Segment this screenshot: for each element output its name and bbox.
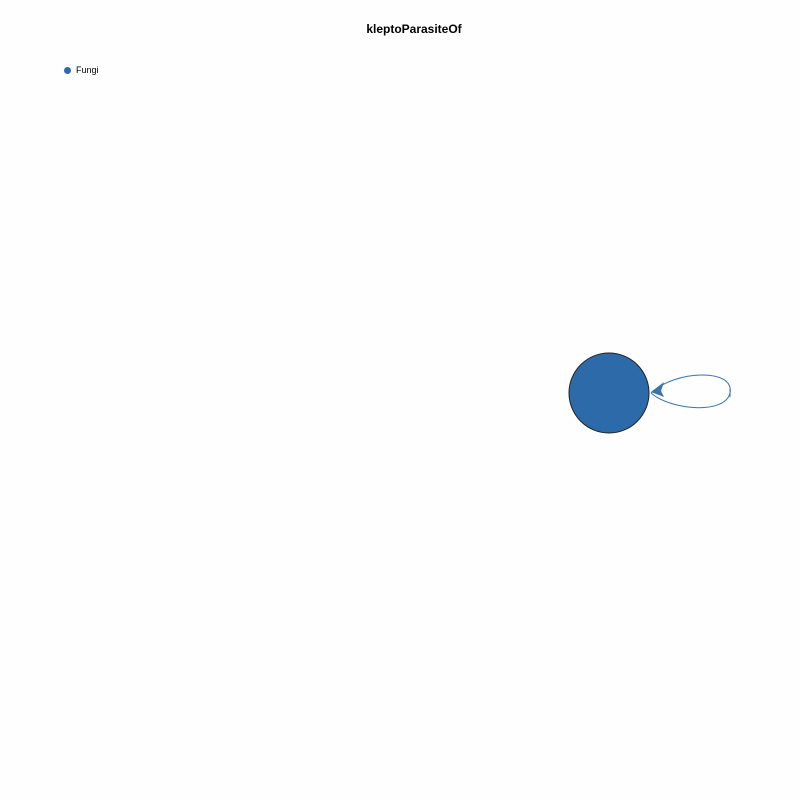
network-graph [568,352,731,434]
self-loop-edge [650,374,731,409]
node-fungi[interactable] [568,352,650,434]
